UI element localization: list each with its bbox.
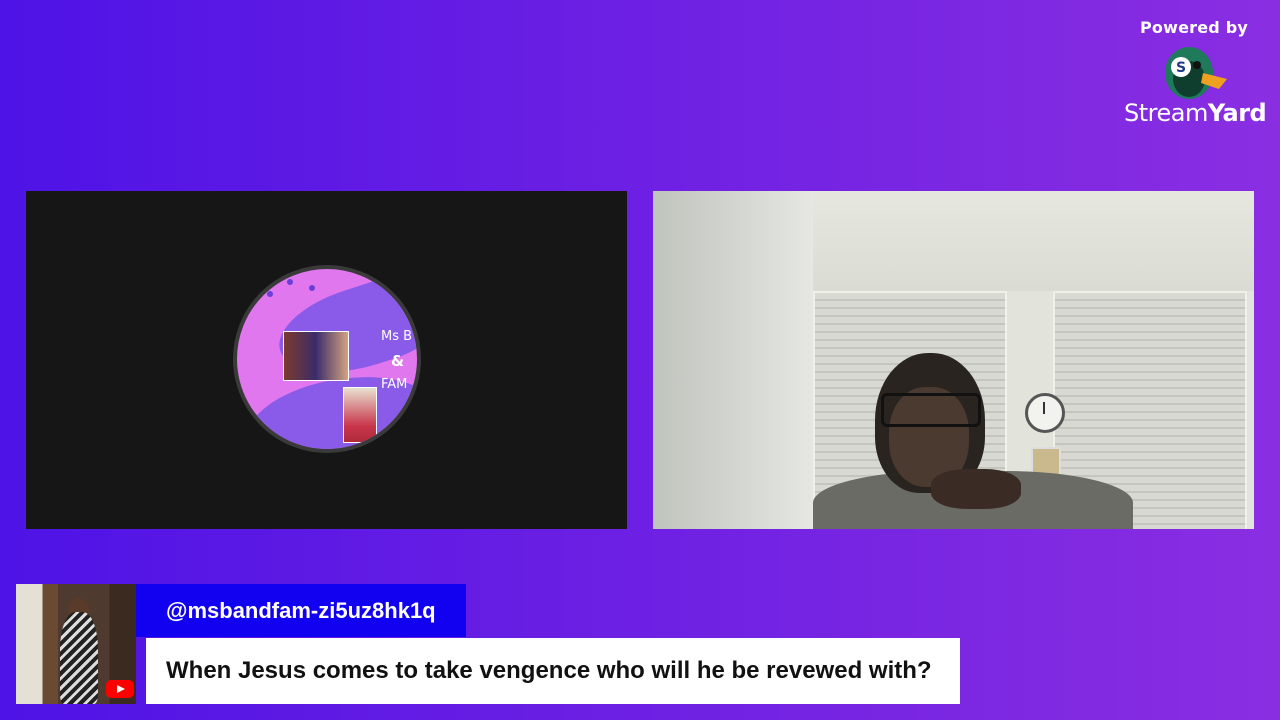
logo-photo-single bbox=[343, 387, 377, 443]
youtube-icon bbox=[106, 680, 134, 698]
stage-tile-webcam bbox=[653, 191, 1254, 529]
comment-message: When Jesus comes to take vengence who wi… bbox=[146, 638, 960, 704]
streamyard-duck-icon: S bbox=[1165, 47, 1227, 99]
ms-b-fam-logo: Ms B & FAM bbox=[233, 265, 421, 453]
powered-by-label: Powered by bbox=[1140, 18, 1248, 37]
logo-photo-group bbox=[283, 331, 349, 381]
svg-text:S: S bbox=[1176, 60, 1186, 76]
stage-tile-logo: Ms B & FAM bbox=[26, 191, 627, 529]
comment-username: @msbandfam-zi5uz8hk1q bbox=[136, 584, 466, 637]
streamyard-wordmark: StreamYard bbox=[1124, 99, 1267, 127]
logo-text: Ms B & FAM bbox=[381, 329, 413, 392]
streamyard-branding: Powered by S StreamYard bbox=[1124, 18, 1267, 127]
commenter-avatar bbox=[16, 584, 136, 704]
glasses bbox=[881, 393, 981, 427]
webcam-door bbox=[653, 191, 813, 529]
wall-clock bbox=[1025, 393, 1065, 433]
